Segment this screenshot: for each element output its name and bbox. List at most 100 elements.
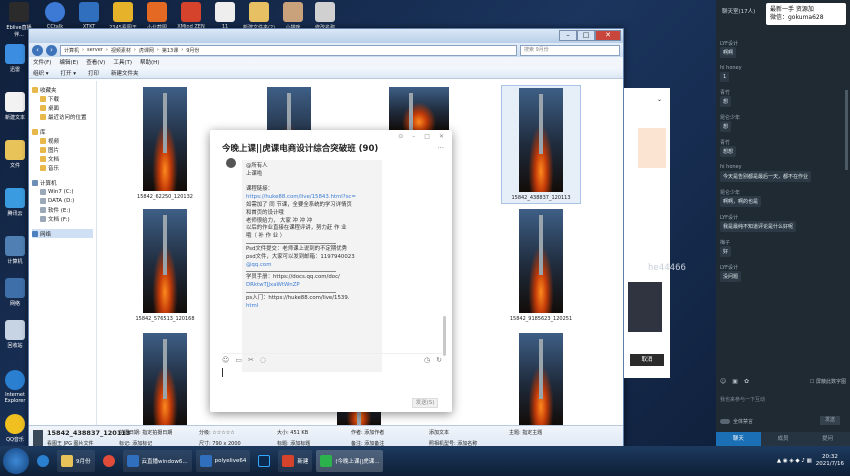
message-link[interactable]: https://huke88.com/live/15843.html?sc=	[246, 194, 378, 202]
minimize-button[interactable]: –	[559, 30, 577, 41]
send-button[interactable]: 发送	[820, 416, 840, 425]
file-thumbnail[interactable]: 15842_576513_120168	[125, 209, 205, 322]
address-bar[interactable]: 计算机 › server › 视频素材 › 虎课网 › 第13课 › 9月份	[60, 44, 517, 56]
breadcrumb[interactable]: 9月份	[186, 47, 199, 54]
more-options-icon[interactable]: ···	[437, 144, 444, 152]
chat-input[interactable]: 我也来参与一下互动	[720, 396, 765, 403]
pin-icon[interactable]: ⊙	[398, 133, 403, 140]
desktop-icon[interactable]: Internet Explorer	[2, 370, 28, 404]
message-line[interactable]: ps入门：https://huke88.com/live/1539.	[246, 295, 378, 303]
detail-subject[interactable]: 指定主题	[522, 430, 542, 436]
scrollbar[interactable]	[443, 316, 446, 356]
emoji-icon[interactable]: ☺	[222, 356, 229, 364]
chrome-icon[interactable]	[99, 450, 119, 472]
scissors-icon[interactable]: ✂	[248, 356, 254, 364]
file-thumbnail[interactable]: 15842_62250_120132	[125, 87, 205, 200]
close-button[interactable]: ✕	[595, 30, 621, 41]
breadcrumb[interactable]: 第13课	[162, 47, 178, 54]
desktop-icon[interactable]: QQ音乐	[2, 414, 28, 443]
desktop-icon[interactable]: 修改名称	[308, 2, 342, 31]
send-button[interactable]: 发送(S)	[412, 398, 438, 408]
sidebar-item-library[interactable]: 库	[32, 127, 93, 136]
tab-members[interactable]: 成员	[761, 432, 806, 446]
print-button[interactable]: 打印	[88, 69, 99, 77]
sidebar-item-downloads[interactable]: 下载	[32, 94, 93, 103]
file-thumbnail[interactable]	[379, 87, 459, 153]
block-checkbox[interactable]: ☐ 屏蔽此数字图	[810, 378, 846, 385]
clock-icon[interactable]: ◷	[424, 356, 430, 364]
ie-icon[interactable]	[33, 450, 53, 472]
desktop-icon[interactable]: 回收站	[2, 320, 28, 349]
maximize-icon[interactable]: □	[424, 133, 430, 140]
open-button[interactable]: 打开 ▾	[61, 69, 77, 77]
tab-questions[interactable]: 提问	[805, 432, 850, 446]
desktop-icon[interactable]: 小猫咪	[276, 2, 310, 31]
folder-icon[interactable]: ▭	[235, 356, 242, 364]
desktop-icon[interactable]: XMind ZEN	[174, 2, 208, 30]
desktop-icon[interactable]: 网络	[2, 278, 28, 307]
breadcrumb[interactable]: 视频素材	[111, 47, 131, 54]
message-link[interactable]: @qq.com	[246, 262, 378, 270]
close-icon[interactable]: ✕	[439, 133, 444, 140]
desktop-icon[interactable]: 文件	[2, 140, 28, 169]
organize-button[interactable]: 组织 ▾	[33, 69, 49, 77]
desktop-icon[interactable]: CCtalk	[38, 2, 72, 30]
sidebar-item-desktop[interactable]: 桌面	[32, 103, 93, 112]
desktop-icon[interactable]: 2345看图王	[106, 2, 140, 31]
desktop-icon[interactable]: 腾讯云	[2, 188, 28, 217]
search-input[interactable]: 搜索 9月份	[520, 44, 620, 56]
chat-bubble-icon[interactable]: ◌	[260, 356, 266, 364]
desktop-icon[interactable]: 新建文件夹(2)	[242, 2, 276, 31]
desktop-icon[interactable]: 11	[208, 2, 242, 30]
sidebar-item-network[interactable]: 网络	[32, 229, 93, 238]
window-titlebar[interactable]: – □ ✕	[29, 29, 623, 43]
sidebar-item-drive-f[interactable]: 文档 (F:)	[32, 214, 93, 223]
sidebar-item-drive-e[interactable]: 软件 (E:)	[32, 205, 93, 214]
scrollbar[interactable]	[845, 90, 848, 170]
desktop-icon[interactable]: 迅雷	[2, 44, 28, 73]
file-thumbnail[interactable]: 15842_9185623_120251	[501, 209, 581, 322]
breadcrumb[interactable]: 计算机	[64, 47, 79, 54]
back-arrow-icon[interactable]: ‹	[32, 44, 43, 56]
desktop-icon[interactable]: 新建文本	[2, 92, 28, 121]
emoji-icon[interactable]: ☺	[720, 378, 726, 385]
file-thumbnail[interactable]	[125, 333, 205, 425]
sidebar-item-pictures[interactable]: 图片	[32, 145, 93, 154]
taskbar-item-wechat-group[interactable]: (今晚上课||虎课...	[316, 450, 384, 472]
sidebar-item-drive-d[interactable]: DATA (D:)	[32, 196, 93, 205]
desktop-icon[interactable]: XTKT	[72, 2, 106, 30]
taskbar-item-explorer[interactable]: 9月份	[57, 450, 95, 472]
menu-edit[interactable]: 编辑(E)	[59, 58, 78, 66]
chevron-down-icon[interactable]: ⌄	[657, 96, 662, 103]
sidebar-item-favorites[interactable]: 收藏夹	[32, 85, 93, 94]
minimize-icon[interactable]: –	[412, 133, 415, 140]
desktop-icon[interactable]: 小北截图	[140, 2, 174, 31]
mute-all-toggle[interactable]: 全体禁言	[720, 418, 753, 425]
sidebar-item-music[interactable]: 音乐	[32, 163, 93, 172]
file-thumbnail[interactable]	[501, 333, 581, 425]
avatar[interactable]	[226, 158, 236, 168]
taskbar-item-cloud-live[interactable]: 云直播window6...	[122, 450, 192, 472]
taskbar-item-polyelive[interactable]: polyelive64	[195, 450, 251, 472]
tray-icons[interactable]: ▲ ◉ ◈ ◆ ♪ ▦	[777, 458, 812, 464]
menu-tools[interactable]: 工具(T)	[113, 58, 132, 66]
detail-date-taken[interactable]: 指定拍摄日期	[142, 430, 172, 436]
photoshop-icon[interactable]	[254, 450, 274, 472]
taskbar-item-new[interactable]: 新建	[278, 450, 313, 472]
sidebar-item-computer[interactable]: 计算机	[32, 178, 93, 187]
history-icon[interactable]: ↻	[436, 356, 442, 364]
tab-chat[interactable]: 聊天	[716, 432, 761, 446]
message-line[interactable]: 学员手册：https://docs.qq.com/doc/	[246, 274, 378, 282]
maximize-button[interactable]: □	[577, 30, 595, 41]
breadcrumb[interactable]: 虎课网	[139, 47, 154, 54]
menu-file[interactable]: 文件(F)	[33, 58, 51, 66]
detail-authors[interactable]: 添加作者	[364, 430, 384, 436]
cancel-button[interactable]: 取消	[630, 354, 664, 366]
menu-view[interactable]: 查看(V)	[86, 58, 105, 66]
breadcrumb[interactable]: server	[87, 47, 103, 53]
sidebar-item-documents[interactable]: 文档	[32, 154, 93, 163]
menu-help[interactable]: 帮助(H)	[140, 58, 159, 66]
new-folder-button[interactable]: 新建文件夹	[111, 69, 139, 77]
clock[interactable]: 20:32 2021/7/16	[816, 454, 844, 468]
desktop-icon[interactable]: 计算机	[2, 236, 28, 265]
